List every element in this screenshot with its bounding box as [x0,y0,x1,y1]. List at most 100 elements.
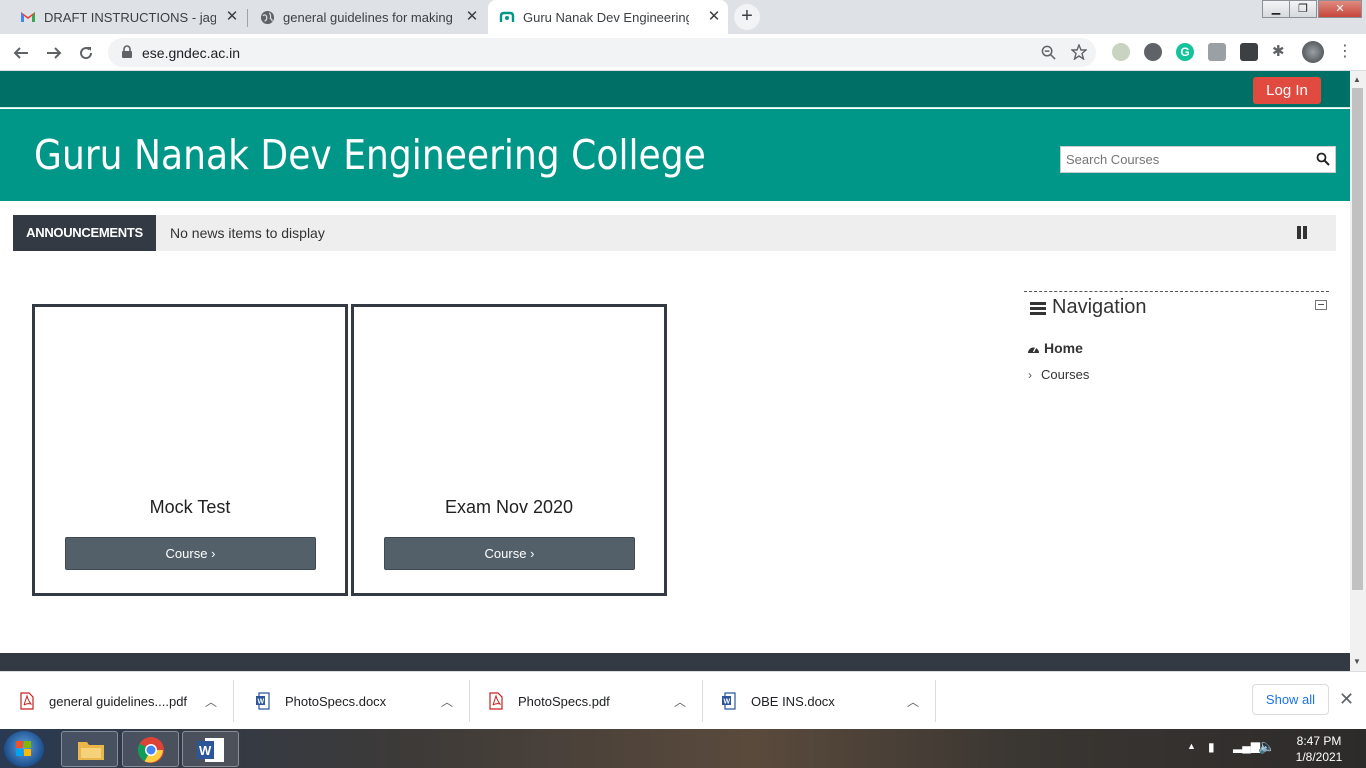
course-button[interactable]: Course › [384,537,635,570]
svg-text:W: W [199,743,212,758]
forward-arrow-icon [47,47,62,59]
windows-taskbar: W ▲ ▮ ▂▄▆ 🔈 8:47 PM 1/8/2021 [0,729,1366,768]
chevron-up-icon[interactable]: ︿ [205,693,217,710]
battery-icon[interactable]: ▮ [1208,740,1215,754]
chevron-right-icon: › [211,546,216,561]
word-taskbar-button[interactable]: W [182,731,239,767]
site-header: Guru Nanak Dev Engineering College [0,109,1350,201]
downloads-bar: general guidelines....pdf ︿ W PhotoSpecs… [0,671,1366,729]
close-tab-icon[interactable]: ✕ [706,9,722,25]
nav-home-link[interactable]: Home [1027,340,1083,356]
cube-extension-icon[interactable] [1240,43,1258,61]
show-hidden-icons-icon[interactable]: ▲ [1187,741,1196,751]
tab-title: general guidelines for making qu [283,9,455,25]
chevron-right-icon: › [1028,367,1032,382]
tab-general-guidelines[interactable]: general guidelines for making qu ✕ [248,0,486,34]
globe-icon [259,9,275,25]
url-text: ese.gndec.ac.in [142,45,241,61]
navigation-header: Navigation [1024,291,1329,323]
close-tab-icon[interactable]: ✕ [464,9,480,25]
download-item[interactable]: PhotoSpecs.pdf ︿ [469,680,703,722]
svg-text:W: W [724,699,731,706]
dashboard-icon [1028,346,1039,353]
minimize-window-button[interactable]: ▁ [1262,0,1290,18]
chevron-right-icon: › [530,546,535,561]
chrome-icon [137,737,164,763]
clock-date: 1/8/2021 [1295,750,1343,764]
navigation-block: Navigation Home › Courses [1024,291,1329,382]
search-input[interactable] [1061,147,1301,172]
reload-button[interactable] [73,40,99,66]
page-footer [0,653,1350,671]
announcements-bar: ANNOUNCEMENTS No news items to display [13,215,1336,251]
pdf-extension-icon[interactable] [1208,43,1226,61]
download-item[interactable]: general guidelines....pdf ︿ [0,680,234,722]
nav-home-label: Home [1044,340,1083,356]
menu-kebab-icon[interactable]: ⋮ [1336,43,1354,61]
extension-icon[interactable] [1112,43,1130,61]
forward-button[interactable] [41,40,67,66]
course-button[interactable]: Course › [65,537,316,570]
chevron-up-icon[interactable]: ︿ [674,693,686,710]
page-content: Log In Guru Nanak Dev Engineering Colleg… [0,71,1350,671]
pause-icon[interactable] [1296,226,1309,240]
navigation-title: Navigation [1052,296,1147,318]
download-name: OBE INS.docx [751,693,835,709]
chevron-up-icon[interactable]: ︿ [441,693,453,710]
nav-courses-label: Courses [1041,367,1090,382]
browser-toolbar: ese.gndec.ac.in G ✱ ⋮ [0,34,1366,71]
login-button[interactable]: Log In [1253,77,1321,104]
announcements-message: No news items to display [170,225,325,241]
close-window-button[interactable]: ✕ [1318,0,1362,18]
clock-time: 8:47 PM [1296,734,1342,748]
close-tab-icon[interactable]: ✕ [224,9,240,25]
new-tab-button[interactable]: + [734,4,760,30]
nav-courses-link[interactable]: › Courses [1028,367,1089,382]
maximize-window-button[interactable]: ❐ [1289,0,1317,18]
scrollbar-thumb[interactable] [1352,88,1363,590]
address-bar[interactable]: ese.gndec.ac.in [108,38,1096,67]
page-scrollbar[interactable]: ▲ ▼ [1350,71,1366,671]
show-all-button[interactable]: Show all [1252,684,1329,715]
extensions-puzzle-icon[interactable]: ✱ [1272,43,1290,61]
announcements-label: ANNOUNCEMENTS [13,215,156,251]
chevron-up-icon[interactable]: ︿ [907,693,919,710]
site-title: Guru Nanak Dev Engineering College [34,131,706,179]
chrome-taskbar-button[interactable] [122,731,179,767]
course-card-exam-nov-2020: Exam Nov 2020 Course › [351,304,667,596]
download-name: general guidelines....pdf [49,693,188,709]
pdf-file-icon [20,692,34,710]
close-icon[interactable]: ✕ [1339,689,1354,710]
reload-icon [80,47,93,60]
tab-title: DRAFT INSTRUCTIONS - jagdeep [44,9,216,25]
search-icon[interactable] [1316,152,1330,166]
course-card-mock-test: Mock Test Course › [32,304,348,596]
profile-avatar[interactable] [1302,41,1324,63]
scroll-down-arrow-icon[interactable]: ▼ [1353,657,1361,666]
back-button[interactable] [8,40,34,66]
moodle-icon [499,9,515,25]
file-explorer-taskbar-button[interactable] [61,731,118,767]
start-button[interactable] [4,731,44,767]
search-courses[interactable] [1060,146,1336,173]
download-item[interactable]: W PhotoSpecs.docx ︿ [236,680,470,722]
bookmark-star-icon[interactable] [1071,44,1087,60]
zoom-icon[interactable] [1041,45,1056,60]
word-file-icon: W [722,692,736,710]
network-signal-icon[interactable]: ▂▄▆ [1233,739,1260,753]
extension-circle-icon[interactable] [1144,43,1162,61]
grammarly-icon[interactable]: G [1176,43,1194,61]
svg-text:W: W [258,699,265,706]
volume-icon[interactable]: 🔈 [1258,738,1275,755]
tab-draft-instructions[interactable]: DRAFT INSTRUCTIONS - jagdeep ✕ [0,0,246,34]
collapse-block-icon[interactable] [1315,300,1327,310]
download-name: PhotoSpecs.docx [285,693,387,709]
top-navbar: Log In [0,71,1350,108]
download-item[interactable]: W OBE INS.docx ︿ [702,680,936,722]
system-clock[interactable]: 8:47 PM 1/8/2021 [1284,733,1354,765]
tab-guru-nanak[interactable]: Guru Nanak Dev Engineering Col ✕ [488,0,728,34]
download-name: PhotoSpecs.pdf [518,693,610,709]
scroll-up-arrow-icon[interactable]: ▲ [1353,75,1361,84]
course-name: Mock Test [149,497,231,517]
word-icon: W [197,738,224,762]
